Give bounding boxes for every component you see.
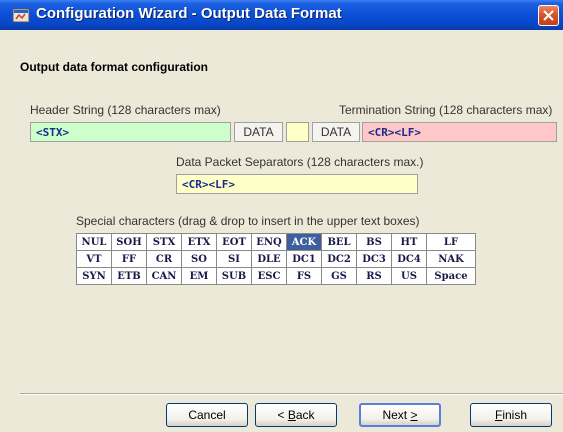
special-char-cell[interactable]: DC3: [356, 250, 392, 268]
special-char-cell[interactable]: DLE: [251, 250, 287, 268]
special-characters-row: SYN ETB CAN EM SUB ESC FS GS RS US Space: [76, 267, 476, 285]
special-char-cell[interactable]: VT: [76, 250, 112, 268]
special-char-cell[interactable]: SOH: [111, 233, 147, 251]
termination-string-input[interactable]: <CR><LF>: [362, 122, 557, 142]
special-char-cell[interactable]: SO: [181, 250, 217, 268]
special-char-cell[interactable]: ACK: [286, 233, 322, 251]
special-char-cell[interactable]: STX: [146, 233, 182, 251]
special-char-cell[interactable]: NUL: [76, 233, 112, 251]
special-char-cell[interactable]: LF: [426, 233, 476, 251]
special-characters-row: VT FF CR SO SI DLE DC1 DC2 DC3 DC4 NAK: [76, 250, 476, 268]
special-char-cell[interactable]: US: [391, 267, 427, 285]
special-char-cell[interactable]: BEL: [321, 233, 357, 251]
special-char-cell[interactable]: DC4: [391, 250, 427, 268]
special-char-cell[interactable]: DC1: [286, 250, 322, 268]
page-header: [0, 30, 563, 84]
next-label: Next: [382, 408, 408, 422]
finish-label: inish: [502, 408, 528, 422]
data-separator-field[interactable]: [286, 122, 309, 142]
special-char-cell[interactable]: SYN: [76, 267, 112, 285]
special-char-cell[interactable]: ENQ: [251, 233, 287, 251]
special-char-cell[interactable]: ETB: [111, 267, 147, 285]
special-char-cell[interactable]: RS: [356, 267, 392, 285]
page-heading: Output data format configuration: [20, 60, 208, 74]
special-characters-table: NUL SOH STX ETX EOT ENQ ACK BEL BS HT LF VT FF CR SO SI…: [76, 233, 476, 285]
footer-divider: [20, 393, 563, 395]
special-char-cell[interactable]: HT: [391, 233, 427, 251]
close-icon: [543, 10, 554, 21]
special-char-cell[interactable]: SI: [216, 250, 252, 268]
termination-string-label: Termination String (128 characters max): [339, 103, 553, 117]
packet-separators-input[interactable]: <CR><LF>: [176, 174, 418, 194]
special-char-cell[interactable]: GS: [321, 267, 357, 285]
title-bar[interactable]: Configuration Wizard - Output Data Forma…: [0, 0, 563, 30]
special-char-cell[interactable]: ESC: [251, 267, 287, 285]
header-string-input[interactable]: <STX>: [30, 122, 231, 142]
cancel-button[interactable]: Cancel: [166, 403, 248, 427]
packet-separators-label: Data Packet Separators (128 characters m…: [176, 155, 424, 169]
special-char-cell[interactable]: CR: [146, 250, 182, 268]
special-char-cell[interactable]: FS: [286, 267, 322, 285]
back-button[interactable]: < Back: [255, 403, 337, 427]
special-char-cell[interactable]: FF: [111, 250, 147, 268]
next-button[interactable]: Next >: [359, 403, 441, 427]
special-char-cell[interactable]: BS: [356, 233, 392, 251]
app-icon: [12, 8, 30, 23]
special-char-cell[interactable]: EOT: [216, 233, 252, 251]
back-mnemonic: B: [287, 408, 296, 422]
special-char-cell[interactable]: ETX: [181, 233, 217, 251]
header-string-label: Header String (128 characters max): [30, 103, 221, 117]
special-char-cell[interactable]: DC2: [321, 250, 357, 268]
special-characters-label: Special characters (drag & drop to inser…: [76, 214, 420, 228]
special-char-cell[interactable]: NAK: [426, 250, 476, 268]
special-characters-row: NUL SOH STX ETX EOT ENQ ACK BEL BS HT LF: [76, 233, 476, 251]
finish-button[interactable]: Finish: [470, 403, 552, 427]
special-char-cell[interactable]: EM: [181, 267, 217, 285]
special-char-cell[interactable]: SUB: [216, 267, 252, 285]
back-arrow: <: [277, 408, 285, 422]
close-button[interactable]: [538, 5, 559, 26]
next-arrow: >: [410, 408, 418, 422]
back-label: ack: [295, 408, 315, 422]
data-segment-right: DATA: [312, 122, 360, 142]
special-char-cell[interactable]: CAN: [146, 267, 182, 285]
data-segment-left: DATA: [234, 122, 283, 142]
window-title: Configuration Wizard - Output Data Forma…: [36, 5, 342, 22]
wizard-window: Configuration Wizard - Output Data Forma…: [0, 0, 563, 432]
special-char-cell[interactable]: Space: [426, 267, 476, 285]
